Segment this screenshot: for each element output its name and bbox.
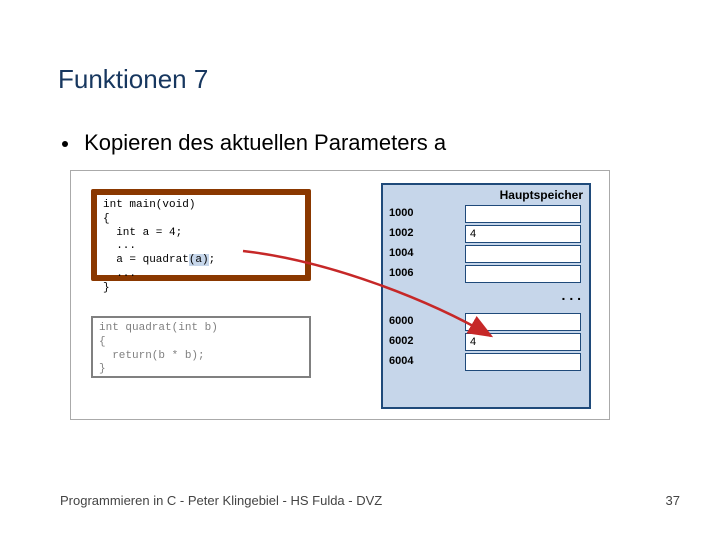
memory-row: 6000 [383, 313, 589, 333]
memory-addr: 6000 [389, 315, 413, 327]
footer-text: Programmieren in C - Peter Klingebiel - … [60, 493, 382, 508]
memory-row: 1004 [383, 245, 589, 265]
memory-cell [465, 353, 581, 371]
memory-addr: 1000 [389, 207, 413, 219]
code-main: int main(void) { int a = 4; ... a = quad… [97, 195, 305, 299]
code-main-frame: int main(void) { int a = 4; ... a = quad… [91, 189, 311, 281]
code-highlight: (a) [189, 254, 209, 266]
memory-cell [465, 245, 581, 263]
memory-cell [465, 265, 581, 283]
code-func-frame: int quadrat(int b) { return(b * b); } [91, 316, 311, 378]
memory-addr: 6002 [389, 335, 413, 347]
memory-cell [465, 205, 581, 223]
memory-addr: 6004 [389, 355, 413, 367]
diagram-container: int main(void) { int a = 4; ... a = quad… [70, 170, 610, 420]
memory-addr: 1002 [389, 227, 413, 239]
memory-ellipsis: . . . [383, 285, 589, 305]
memory-addr: 1006 [389, 267, 413, 279]
page-number: 37 [666, 493, 680, 508]
bullet-line: Kopieren des aktuellen Parameters a [62, 130, 446, 156]
memory-cell: 4 [465, 225, 581, 243]
bullet-dot-icon [62, 141, 68, 147]
memory-addr: 1004 [389, 247, 413, 259]
memory-cell: 4 [465, 333, 581, 351]
memory-row: 1000 [383, 205, 589, 225]
memory-row: 6004 [383, 353, 589, 373]
memory-cell [465, 313, 581, 331]
memory-row: 6002 4 [383, 333, 589, 353]
slide-title: Funktionen 7 [58, 64, 208, 95]
memory-row: 1006 [383, 265, 589, 285]
bullet-text: Kopieren des aktuellen Parameters a [84, 130, 446, 155]
code-func: int quadrat(int b) { return(b * b); } [93, 318, 309, 381]
memory-row: 1002 4 [383, 225, 589, 245]
memory-panel: Hauptspeicher 1000 1002 4 1004 1006 . . … [381, 183, 591, 409]
memory-header: Hauptspeicher [383, 185, 589, 205]
